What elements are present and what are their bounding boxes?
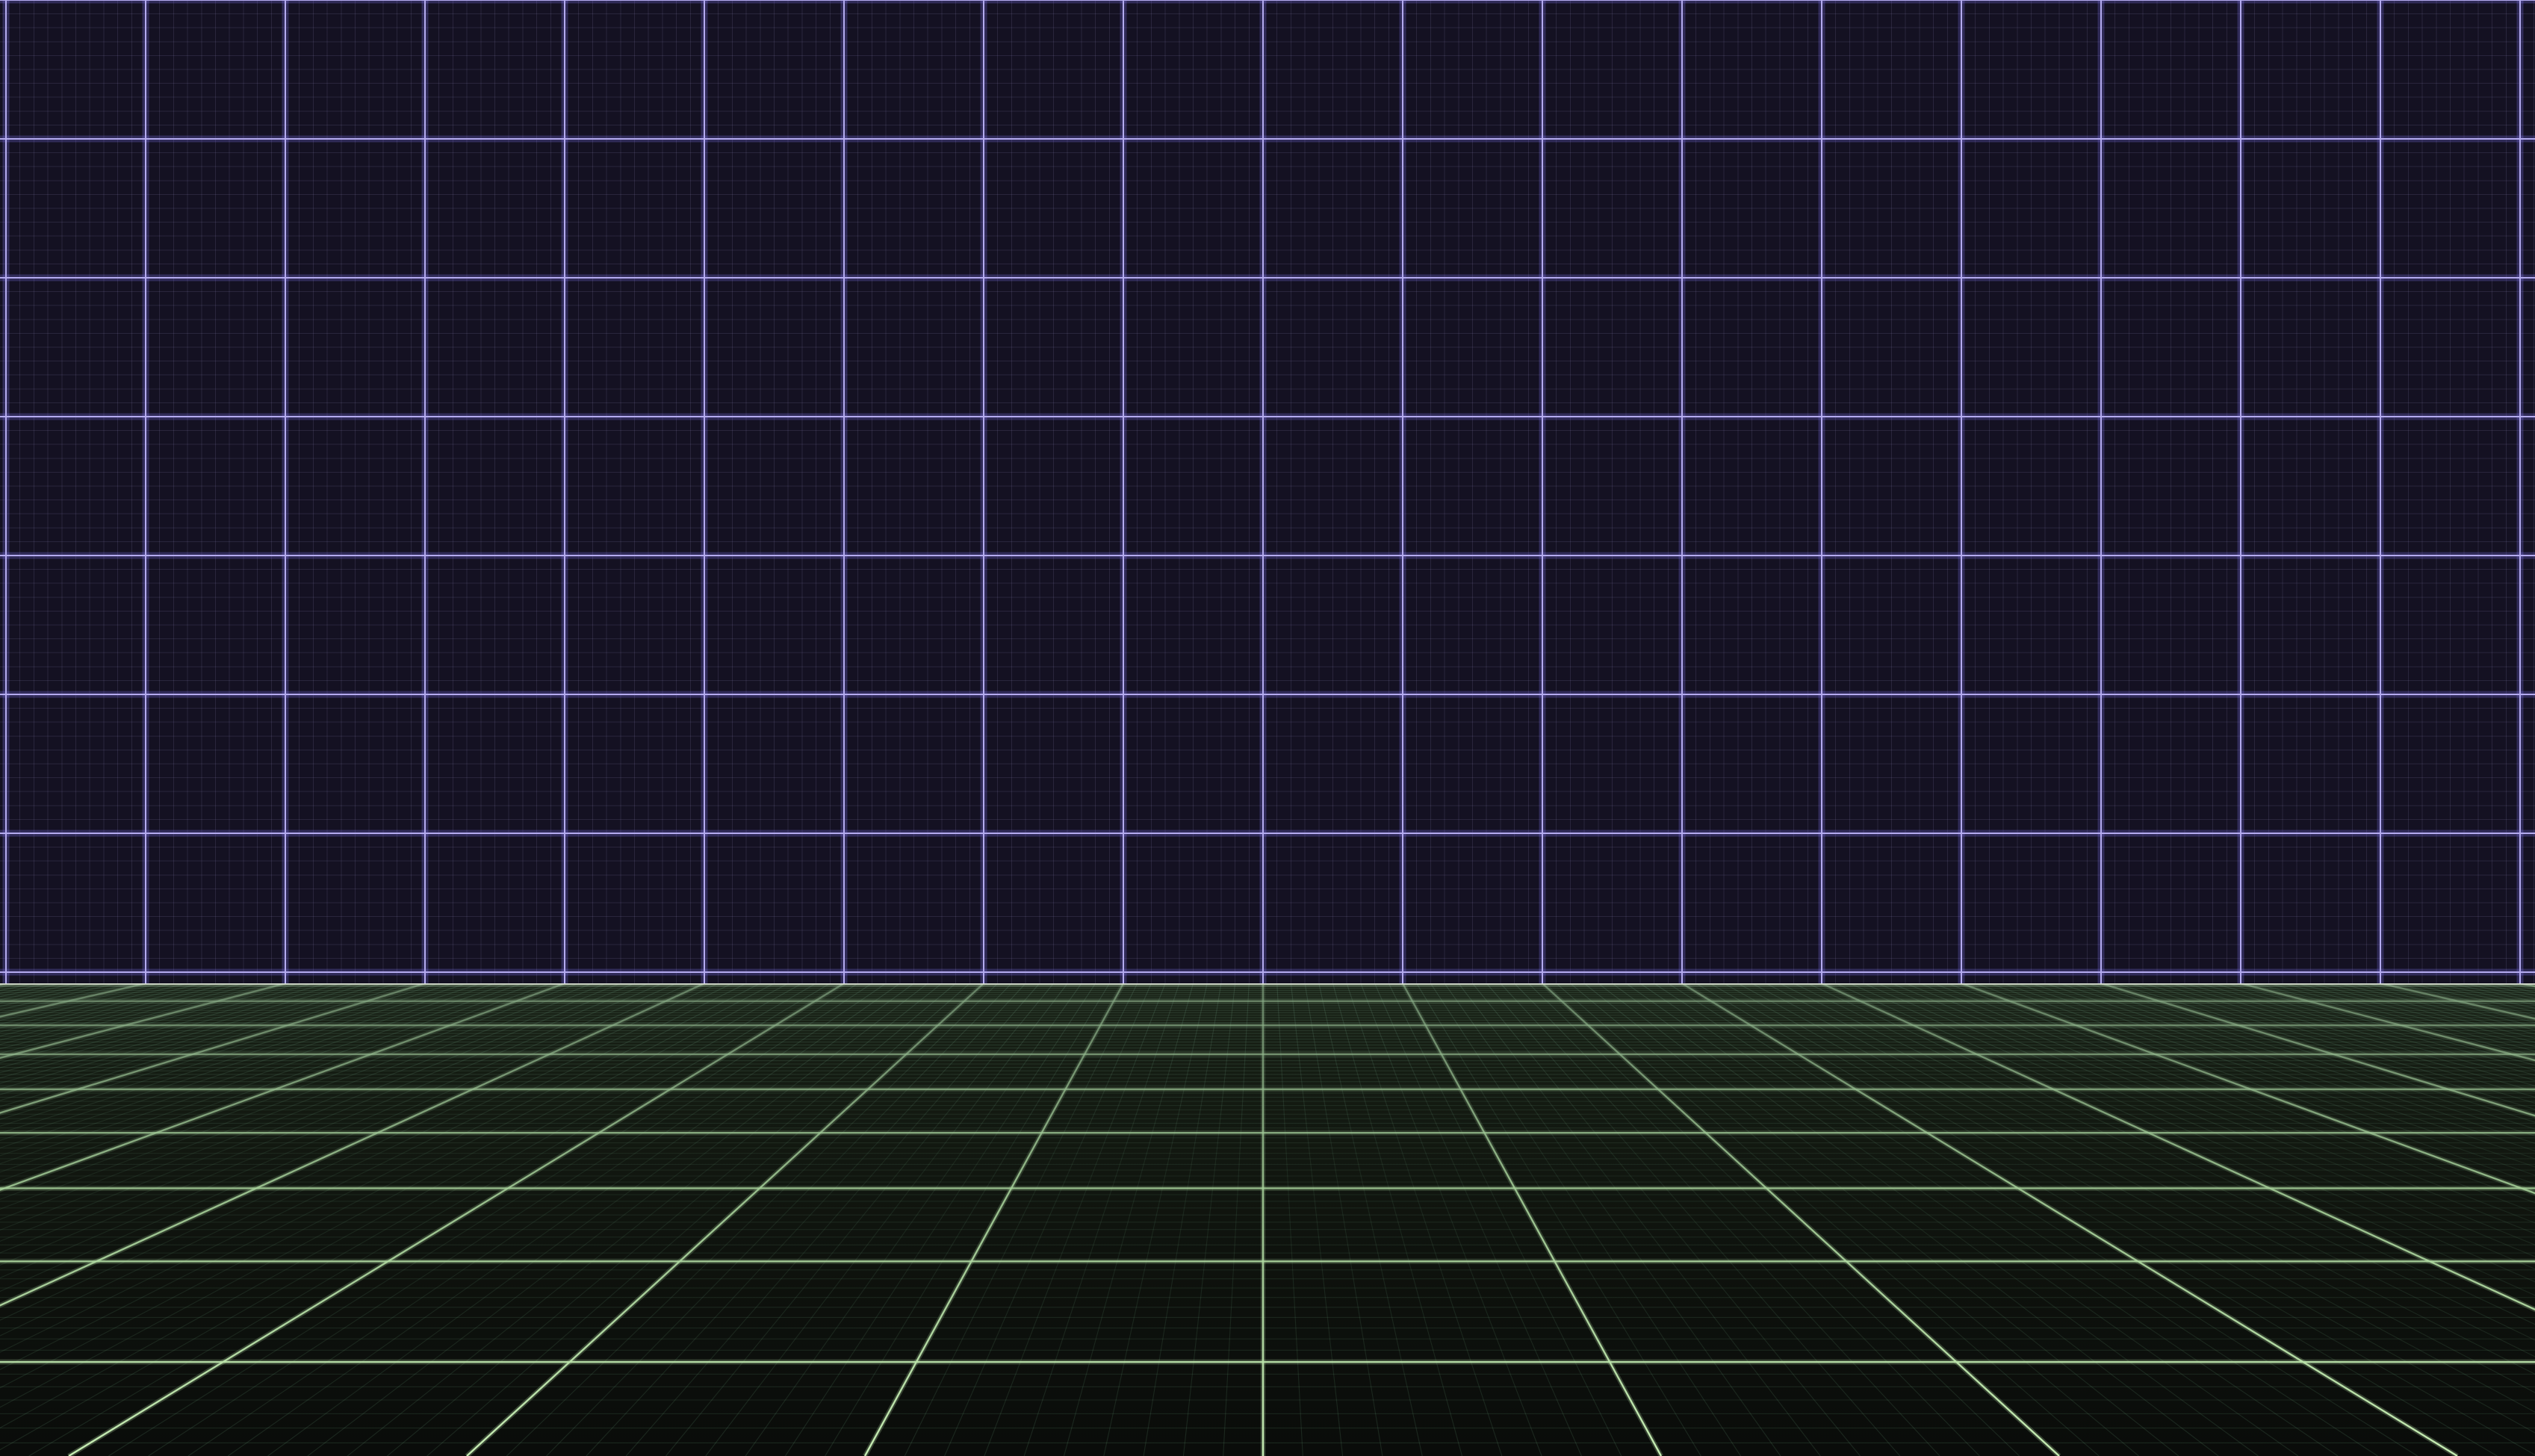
wall-grid-panel — [0, 0, 2535, 983]
floor-grid — [0, 983, 2535, 1456]
floor-plane — [0, 983, 2535, 1456]
grid-room-scene — [0, 0, 2535, 1456]
